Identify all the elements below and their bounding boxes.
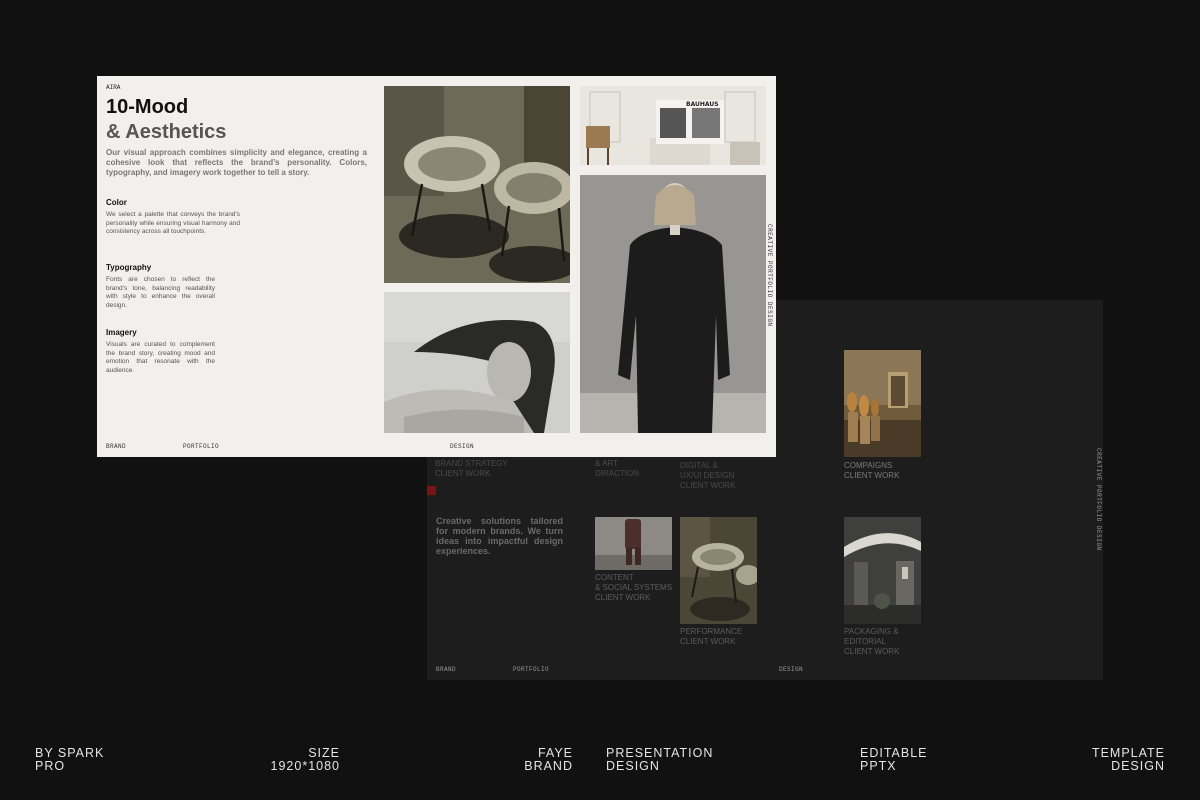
thumb-curved-interior[interactable] <box>844 517 921 624</box>
project-caption: & ART DIRACTION <box>595 459 639 478</box>
magazine-title: BAUHAUS <box>686 101 719 108</box>
slide-title: 10-Mood <box>106 96 189 118</box>
feature-font: FAYE BRAND <box>524 746 573 773</box>
project-caption: PERFORMANCE CLIENT WORK <box>680 627 743 646</box>
curved-interior-image <box>844 517 921 624</box>
side-vertical-text: CREATIVE PORTFOLIO DESIGN <box>1095 448 1102 551</box>
thumb-chair[interactable] <box>680 517 757 624</box>
chairs-image <box>384 86 570 283</box>
side-vertical-text: CREATIVE PORTFOLIO DESIGN <box>766 224 773 327</box>
footer-brand: BRAND <box>106 443 127 450</box>
accent-marker <box>427 486 436 495</box>
intro-paragraph: Our visual approach combines simplicity … <box>106 148 367 177</box>
footer-brand: BRAND <box>436 666 457 673</box>
feature-template: TEMPLATE DESIGN <box>1091 746 1165 773</box>
chair-image <box>680 517 757 624</box>
footer-portfolio: PORTFOLIO <box>183 443 220 450</box>
section-heading-imagery: Imagery <box>106 328 137 337</box>
section-body-imagery: Visuals are curated to complement the br… <box>106 341 215 374</box>
section-heading-color: Color <box>106 198 127 207</box>
woman-portrait-image <box>384 292 570 433</box>
photo-woman-suit[interactable] <box>580 175 766 433</box>
reading-room-image: BAUHAUS <box>580 86 766 165</box>
section-heading-typography: Typography <box>106 263 152 272</box>
portfolio-tagline: Creative solutions tailored for modern b… <box>436 516 563 556</box>
section-body-typography: Fonts are chosen to reflect the brand’s … <box>106 276 215 309</box>
footer-design: DESIGN <box>450 443 475 450</box>
section-body-color: We select a palette that conveys the bra… <box>106 211 240 235</box>
project-caption: COMPAIGNS CLIENT WORK <box>844 461 900 480</box>
photo-chairs[interactable] <box>384 86 570 283</box>
woman-suit-image <box>580 175 766 433</box>
photo-reading-room[interactable]: BAUHAUS <box>580 86 766 165</box>
thumb-figure-brown[interactable] <box>595 517 672 570</box>
feature-editable: EDITABLE PPTX <box>860 746 928 773</box>
thumb-gallery-vases[interactable] <box>844 350 921 457</box>
feature-by-spark: BY SPARK PRO <box>35 746 105 773</box>
photo-woman-portrait[interactable] <box>384 292 570 433</box>
feature-presentation: PRESENTATION DESIGN <box>606 746 714 773</box>
slide-subtitle: & Aesthetics <box>106 121 227 143</box>
mood-aesthetics-slide: AIRA 10-Mood & Aesthetics Our visual app… <box>97 76 776 457</box>
feature-size: SIZE 1920*1080 <box>270 746 340 773</box>
footer-portfolio: PORTFOLIO <box>513 666 550 673</box>
project-caption: DIGITAL & UX/UI DESIGN CLIENT WORK <box>680 461 736 490</box>
footer-design: DESIGN <box>779 666 804 673</box>
gallery-vases-image <box>844 350 921 457</box>
slide-label: AIRA <box>106 84 121 91</box>
figure-brown-image <box>595 517 672 570</box>
project-caption: PACKAGING & EDITORIAL CLIENT WORK <box>844 627 900 656</box>
project-caption: CONTENT & SOCIAL SYSTEMS CLIENT WORK <box>595 573 673 602</box>
project-caption: BRAND STRATEGY CLIENT WORK <box>435 459 508 478</box>
